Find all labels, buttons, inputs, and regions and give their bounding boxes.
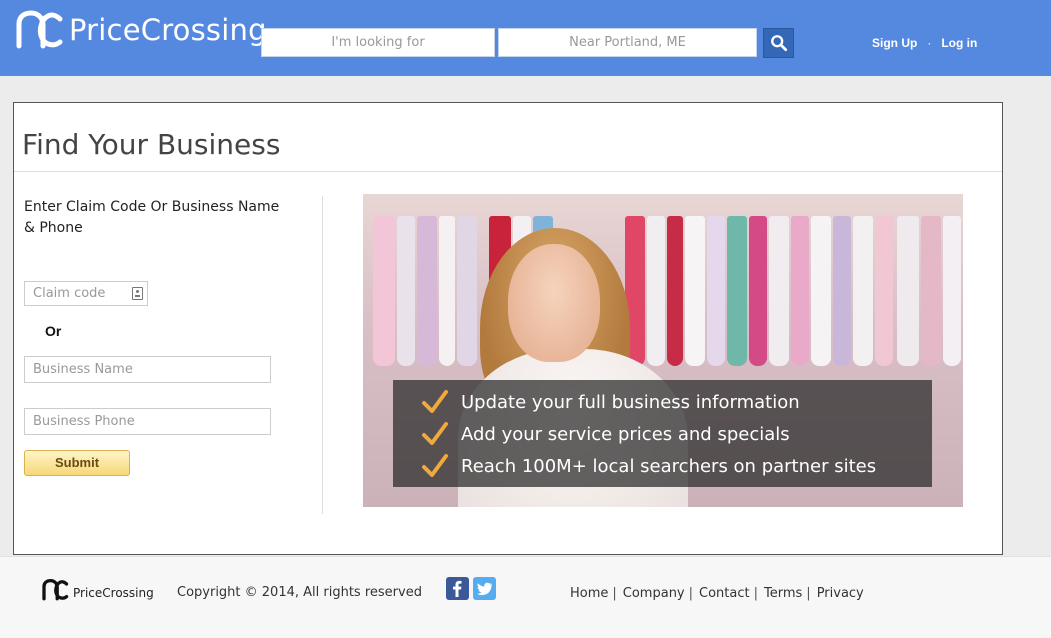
benefit-item: Update your full business information <box>421 386 932 418</box>
login-link[interactable]: Log in <box>941 36 977 50</box>
nav-separator: · <box>927 36 932 50</box>
footer-links: Home | Company | Contact | Terms | Priva… <box>570 586 864 601</box>
signup-link[interactable]: Sign Up <box>872 36 917 50</box>
business-phone-input[interactable]: Business Phone <box>24 408 271 435</box>
account-links: Sign Up · Log in <box>872 36 977 50</box>
find-business-card: Find Your Business Enter Claim Code Or B… <box>13 102 1003 555</box>
logo-mark-icon <box>16 10 63 49</box>
search-button[interactable] <box>763 28 794 58</box>
logo-text: PriceCrossing <box>69 13 267 47</box>
link-separator: | <box>612 586 617 601</box>
magnifier-icon <box>770 35 787 52</box>
footer-logo-text: PriceCrossing <box>73 586 154 600</box>
link-separator: | <box>753 586 758 601</box>
benefit-text: Update your full business information <box>461 391 800 413</box>
twitter-icon[interactable] <box>473 577 496 600</box>
submit-button[interactable]: Submit <box>24 450 130 476</box>
logo[interactable]: PriceCrossing <box>15 10 267 50</box>
benefit-item: Add your service prices and specials <box>421 418 932 450</box>
business-name-input[interactable]: Business Name <box>24 356 271 383</box>
benefits-overlay: Update your full business information Ad… <box>393 380 932 487</box>
footer-link-contact[interactable]: Contact <box>699 586 750 601</box>
page-title: Find Your Business <box>22 128 281 161</box>
checkmark-icon <box>422 390 448 413</box>
benefit-text: Add your service prices and specials <box>461 423 790 445</box>
footer-logo-mark-icon <box>42 579 69 601</box>
checkmark-icon <box>422 454 448 477</box>
search-where-input[interactable]: Near Portland, ME <box>498 28 757 57</box>
claim-code-placeholder: Claim code <box>33 286 106 301</box>
top-header: PriceCrossing I'm looking for Near Portl… <box>0 0 1051 76</box>
woman-face <box>508 244 600 362</box>
checkmark-icon <box>422 422 448 445</box>
benefit-text: Reach 100M+ local searchers on partner s… <box>461 455 877 477</box>
social-links <box>446 577 496 600</box>
copyright-text: Copyright © 2014, All rights reserved <box>177 585 422 600</box>
link-separator: | <box>688 586 694 601</box>
footer-link-company[interactable]: Company <box>623 586 685 601</box>
or-label: Or <box>45 323 62 339</box>
search-what-input[interactable]: I'm looking for <box>261 28 495 57</box>
title-divider <box>14 171 1002 172</box>
column-divider <box>322 196 323 514</box>
claim-code-input[interactable]: Claim code <box>24 281 148 306</box>
hero-image: Update your full business information Ad… <box>363 194 963 507</box>
link-separator: | <box>806 586 811 601</box>
facebook-icon[interactable] <box>446 577 469 600</box>
footer-link-home[interactable]: Home <box>570 586 608 601</box>
footer-link-terms[interactable]: Terms <box>764 586 802 601</box>
footer-logo[interactable]: PriceCrossing <box>39 579 154 601</box>
footer-link-privacy[interactable]: Privacy <box>817 586 864 601</box>
benefit-item: Reach 100M+ local searchers on partner s… <box>421 450 932 482</box>
contact-card-icon <box>132 287 143 300</box>
instructions-text: Enter Claim Code Or Business Name & Phon… <box>24 199 280 236</box>
footer: PriceCrossing Copyright © 2014, All righ… <box>0 556 1051 638</box>
